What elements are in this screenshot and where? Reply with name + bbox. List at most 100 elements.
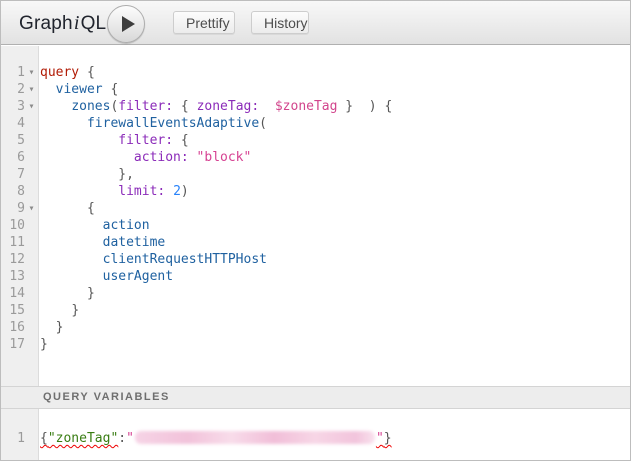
line-number: 1 — [1, 64, 25, 81]
code-line-4[interactable]: firewallEventsAdaptive( — [40, 115, 630, 132]
token: } — [345, 99, 353, 114]
fold-arrow-icon[interactable]: ▾ — [25, 98, 38, 115]
token: { — [40, 431, 48, 446]
execute-query-button[interactable] — [107, 5, 145, 43]
fold-arrow-icon[interactable]: ▾ — [25, 64, 38, 81]
token — [173, 99, 181, 114]
code-line-14[interactable]: } — [40, 285, 630, 302]
code-line-12[interactable]: clientRequestHTTPHost — [40, 251, 630, 268]
variables-editor[interactable]: 1 {"zoneTag":""} — [1, 409, 630, 460]
code-line-7[interactable]: }, — [40, 166, 630, 183]
gutter-line-16: 16 — [1, 319, 38, 336]
token — [40, 320, 56, 335]
code-line-16[interactable]: } — [40, 319, 630, 336]
token: query — [40, 65, 79, 80]
token — [189, 150, 197, 165]
query-variables-header[interactable]: QUERY VARIABLES — [1, 386, 630, 409]
token: }, — [118, 167, 134, 182]
token — [259, 99, 275, 114]
code-line-5[interactable]: filter: { — [40, 132, 630, 149]
fold-spacer — [25, 132, 38, 149]
code-line-17[interactable]: } — [40, 336, 630, 353]
variables-editor-code[interactable]: {"zoneTag":""} — [40, 409, 630, 460]
token — [40, 150, 134, 165]
code-line-6[interactable]: action: "block" — [40, 149, 630, 166]
token: "zoneTag" — [48, 431, 118, 446]
token: firewallEventsAdaptive — [87, 116, 259, 131]
query-editor-code[interactable]: query { viewer { zones(filter: { zoneTag… — [40, 46, 630, 386]
fold-spacer — [25, 430, 38, 447]
fold-spacer — [25, 302, 38, 319]
line-number: 12 — [1, 251, 25, 268]
token: limit: — [118, 184, 165, 199]
token: datetime — [103, 235, 166, 250]
token: { — [384, 99, 392, 114]
token: ) — [181, 184, 189, 199]
prettify-button[interactable]: Prettify — [173, 11, 235, 34]
fold-spacer — [25, 115, 38, 132]
token — [353, 99, 369, 114]
code-line-11[interactable]: datetime — [40, 234, 630, 251]
token — [189, 99, 197, 114]
line-number: 3 — [1, 98, 25, 115]
fold-spacer — [25, 166, 38, 183]
gutter-line-13: 13 — [1, 268, 38, 285]
code-line-1[interactable]: query { — [40, 64, 630, 81]
fold-spacer — [25, 268, 38, 285]
code-line-10[interactable]: action — [40, 217, 630, 234]
token: } — [40, 337, 48, 352]
query-variables-title: QUERY VARIABLES — [43, 391, 170, 403]
history-button[interactable]: History — [251, 11, 309, 34]
code-line-2[interactable]: viewer { — [40, 81, 630, 98]
line-number: 4 — [1, 115, 25, 132]
token — [173, 133, 181, 148]
token — [165, 184, 173, 199]
line-number: 7 — [1, 166, 25, 183]
line-number: 6 — [1, 149, 25, 166]
gutter-line-2: 2▾ — [1, 81, 38, 98]
token — [40, 252, 103, 267]
gutter-line-15: 15 — [1, 302, 38, 319]
code-line-13[interactable]: userAgent — [40, 268, 630, 285]
fold-spacer — [25, 251, 38, 268]
code-line-15[interactable]: } — [40, 302, 630, 319]
query-editor[interactable]: 1▾2▾3▾456789▾1011121314151617 query { vi… — [1, 46, 630, 386]
fold-spacer — [25, 319, 38, 336]
token — [40, 201, 87, 216]
code-line-9[interactable]: { — [40, 200, 630, 217]
token — [40, 235, 103, 250]
code-line-1[interactable]: {"zoneTag":""} — [40, 430, 630, 447]
token: action — [103, 218, 150, 233]
token: } — [87, 286, 95, 301]
line-number: 13 — [1, 268, 25, 285]
code-line-3[interactable]: zones(filter: { zoneTag: $zoneTag } ) { — [40, 98, 630, 115]
gutter-line-1: 1 — [1, 430, 38, 447]
gutter-line-1: 1▾ — [1, 64, 38, 81]
token: { — [87, 201, 95, 216]
token — [40, 184, 118, 199]
fold-arrow-icon[interactable]: ▾ — [25, 81, 38, 98]
line-number: 8 — [1, 183, 25, 200]
token — [40, 99, 71, 114]
line-number: 16 — [1, 319, 25, 336]
gutter-line-10: 10 — [1, 217, 38, 234]
token: ) — [369, 99, 377, 114]
variables-editor-gutter: 1 — [1, 409, 39, 460]
line-number: 2 — [1, 81, 25, 98]
code-line-8[interactable]: limit: 2) — [40, 183, 630, 200]
token: " — [376, 431, 384, 446]
token: userAgent — [103, 269, 173, 284]
token: viewer — [56, 82, 103, 97]
logo-text: QL — [81, 13, 107, 34]
gutter-line-11: 11 — [1, 234, 38, 251]
gutter-line-5: 5 — [1, 132, 38, 149]
token: { — [181, 99, 189, 114]
fold-spacer — [25, 234, 38, 251]
fold-arrow-icon[interactable]: ▾ — [25, 200, 38, 217]
token: 2 — [173, 184, 181, 199]
token — [40, 167, 118, 182]
topbar: GraphiQL Prettify History — [1, 1, 630, 45]
token: zoneTag: — [197, 99, 260, 114]
token — [79, 65, 87, 80]
logo-italic-i: i — [73, 12, 81, 34]
